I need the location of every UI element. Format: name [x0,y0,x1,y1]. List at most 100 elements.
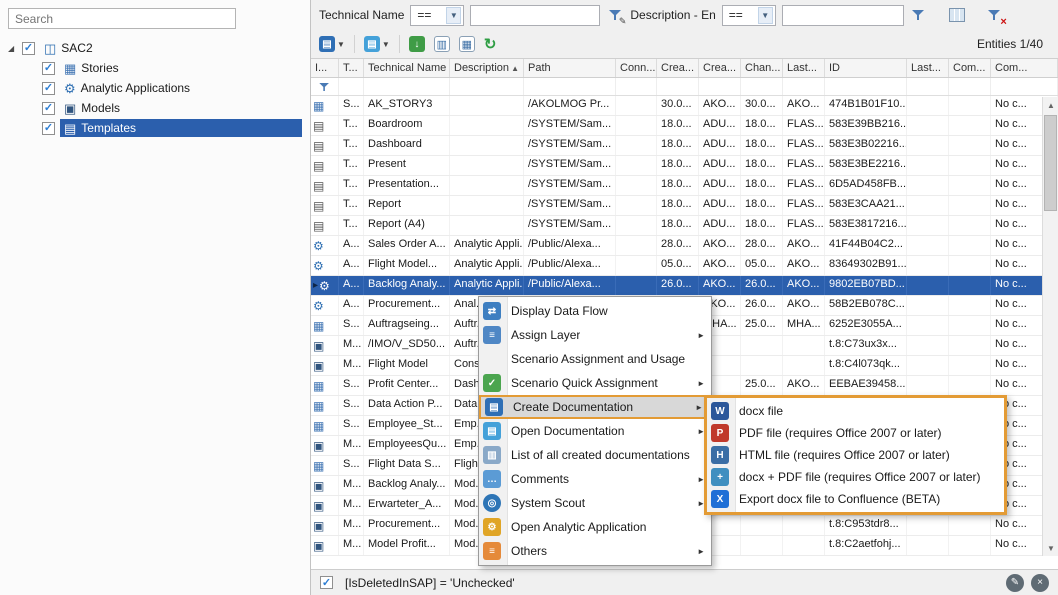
cell: 30.0... [741,96,783,115]
column-filter-cell[interactable] [657,78,699,95]
menu-item-scenario-assignment-and-usage[interactable]: Scenario Assignment and Usage [479,347,711,371]
submenu-item-export-docx-file-to-confluence-beta[interactable]: XExport docx file to Confluence (BETA) [707,488,1004,510]
model-icon: ▣ [313,360,324,372]
cell [907,156,949,175]
table-row[interactable]: ▦S...AK_STORY3/AKOLMOG Pr...30.0...AKO..… [311,96,1058,116]
export-icon: ↓ [409,36,425,52]
submenu-item-docx-pdf-file-requires-office-2007-or-later[interactable]: +docx + PDF file (requires Office 2007 o… [707,466,1004,488]
column-header-com[interactable]: Com... [949,59,991,77]
layout-icon[interactable] [948,6,966,24]
column-header-t[interactable]: T... [339,59,364,77]
edit-filter-icon[interactable]: ✎ [606,6,624,24]
open-documentation-button[interactable]: ▤ ▼ [361,33,393,55]
filter-icon[interactable] [910,6,928,24]
column-header-conn[interactable]: Conn... [616,59,657,77]
copy-table-button[interactable]: ▦ [456,33,478,55]
table-row[interactable]: ⚙A...Sales Order A...Analytic Appli.../P… [311,236,1058,256]
column-filter-cell[interactable] [783,78,825,95]
vertical-scrollbar[interactable]: ▲ ▼ [1042,97,1058,556]
scrollbar-thumb[interactable] [1044,115,1057,211]
menu-item-list-of-all-created-documentations[interactable]: ▥List of all created documentations [479,443,711,467]
cell: Report [364,196,450,215]
column-header-chan[interactable]: Chan... [741,59,783,77]
search-input[interactable] [8,8,236,29]
menu-item-comments[interactable]: …Comments► [479,467,711,491]
menu-item-open-analytic-application[interactable]: ⚙Open Analytic Application [479,515,711,539]
expander-icon[interactable]: ◢ [8,44,22,53]
models-icon: ▣ [64,102,76,115]
row-icon-cell: ▤ [311,176,339,195]
checkbox[interactable] [42,82,55,95]
scroll-down-icon[interactable]: ▼ [1043,540,1058,556]
submenu-item-docx-file[interactable]: Wdocx file [707,400,1004,422]
checkbox[interactable] [42,62,55,75]
menu-item-system-scout[interactable]: ◎System Scout► [479,491,711,515]
column-header-i[interactable]: I... [311,59,339,77]
menu-item-open-documentation[interactable]: ▤Open Documentation► [479,419,711,443]
sidebar-item-sac2[interactable]: ◢ ◫ SAC2 [0,38,308,58]
column-filter-cell[interactable] [907,78,949,95]
create-documentation-button[interactable]: ▤ ▼ [316,33,348,55]
cell: S... [339,416,364,435]
operator-select[interactable]: == ▼ [410,5,464,26]
column-filter-cell[interactable] [741,78,783,95]
menu-item-assign-layer[interactable]: ≡Assign Layer► [479,323,711,347]
edit-filter-expression-button[interactable]: ✎ [1006,574,1024,592]
table-row[interactable]: ▤T...Report/SYSTEM/Sam...18.0...ADU...18… [311,196,1058,216]
sidebar-item-analytic-applications[interactable]: ⚙Analytic Applications [0,78,308,98]
table-row[interactable]: ▤T...Present/SYSTEM/Sam...18.0...ADU...1… [311,156,1058,176]
menu-item-scenario-quick-assignment[interactable]: ✓Scenario Quick Assignment► [479,371,711,395]
column-filter-cell[interactable] [450,78,524,95]
table-row[interactable]: ▤T...Boardroom/SYSTEM/Sam...18.0...ADU..… [311,116,1058,136]
column-header-description[interactable]: Description▲ [450,59,524,77]
description-filter-input[interactable] [782,5,904,26]
column-filter-cell[interactable] [699,78,741,95]
sidebar-item-models[interactable]: ▣Models [0,98,308,118]
column-header-com[interactable]: Com... [991,59,1058,77]
column-header-id[interactable]: ID [825,59,907,77]
menu-item-display-data-flow[interactable]: ⇄Display Data Flow [479,299,711,323]
table-row[interactable]: ▤T...Report (A4)/SYSTEM/Sam...18.0...ADU… [311,216,1058,236]
menu-item-create-documentation[interactable]: ▤Create Documentation► [479,395,711,419]
table-row[interactable]: ▸⚙A...Backlog Analy...Analytic Appli.../… [311,276,1058,296]
checkbox[interactable] [42,122,55,135]
column-header-last[interactable]: Last... [783,59,825,77]
cell: 26.0... [741,296,783,315]
table-row[interactable]: ▤T...Dashboard/SYSTEM/Sam...18.0...ADU..… [311,136,1058,156]
clear-filter-expression-button[interactable]: × [1031,574,1049,592]
checkbox[interactable] [22,42,35,55]
column-filter-cell[interactable] [339,78,364,95]
cell: EEBAE39458... [825,376,907,395]
column-header-crea[interactable]: Crea... [699,59,741,77]
checkbox[interactable] [42,102,55,115]
clear-filter-icon[interactable]: × [986,6,1004,24]
column-header-path[interactable]: Path [524,59,616,77]
table-row[interactable]: ⚙A...Flight Model...Analytic Appli.../Pu… [311,256,1058,276]
column-filter-cell[interactable] [616,78,657,95]
menu-item-others[interactable]: ≡Others► [479,539,711,563]
create-documentation-icon: ▤ [485,398,503,416]
export-button[interactable]: ↓ [406,33,428,55]
copy-list-button[interactable]: ▥ [431,33,453,55]
submenu-item-html-file-requires-office-2007-or-later[interactable]: HHTML file (requires Office 2007 or late… [707,444,1004,466]
cell: /Public/Alexa... [524,236,616,255]
technical-name-filter-input[interactable] [470,5,600,26]
column-header-crea[interactable]: Crea... [657,59,699,77]
filter-active-checkbox[interactable] [320,576,333,589]
table-row[interactable]: ▤T...Presentation.../SYSTEM/Sam...18.0..… [311,176,1058,196]
column-filter-cell[interactable] [364,78,450,95]
scroll-up-icon[interactable]: ▲ [1043,97,1058,113]
column-header-technical-name[interactable]: Technical Name [364,59,450,77]
submenu-item-pdf-file-requires-office-2007-or-later[interactable]: PPDF file (requires Office 2007 or later… [707,422,1004,444]
column-filter-cell[interactable] [825,78,907,95]
column-header-last[interactable]: Last... [907,59,949,77]
column-filter-cell[interactable] [991,78,1058,95]
column-filter-cell[interactable] [949,78,991,95]
column-filter-cell[interactable] [524,78,616,95]
sidebar-item-stories[interactable]: ▦Stories [0,58,308,78]
cell [450,156,524,175]
operator-select[interactable]: == ▼ [722,5,776,26]
column-filter-cell[interactable] [311,78,339,95]
refresh-button[interactable]: ↻ [481,33,500,55]
sidebar-item-templates[interactable]: ▤Templates [0,118,308,138]
